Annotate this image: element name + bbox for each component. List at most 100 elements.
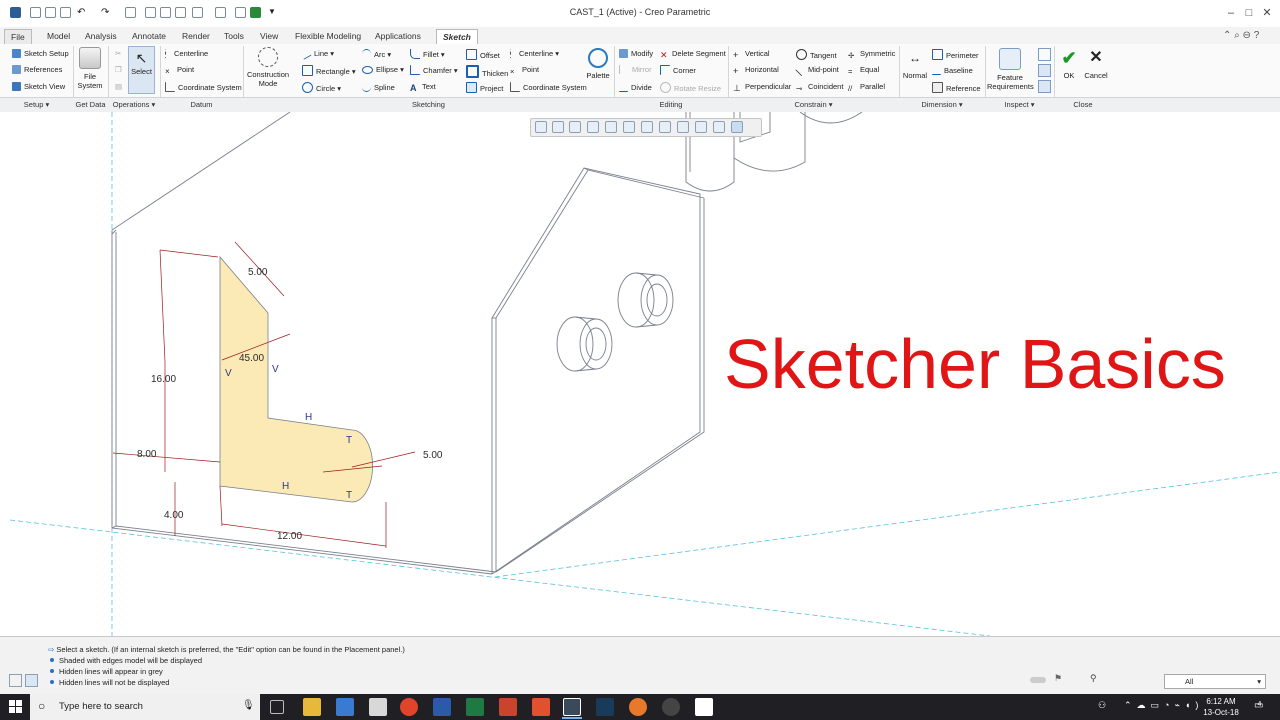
saved-orientations-icon[interactable]	[623, 121, 635, 133]
clock-date[interactable]: 13-Oct-18	[1196, 708, 1246, 717]
tab-file[interactable]: File	[4, 29, 32, 45]
horizontal-constraint-button[interactable]: + Horizontal	[733, 65, 779, 76]
tangent-constraint-button[interactable]: Tangent	[796, 49, 837, 61]
constraint-horizontal[interactable]: H	[282, 481, 289, 492]
dimension-height[interactable]: 16.00	[151, 374, 176, 385]
system-tray-icons[interactable]: ⌃☁▭◔⌁◖)	[1124, 700, 1203, 711]
powerpoint-icon[interactable]	[499, 698, 517, 716]
tab-tools[interactable]: Tools	[218, 29, 250, 43]
app-icon[interactable]	[596, 698, 614, 716]
excel-icon[interactable]	[466, 698, 484, 716]
refit-icon[interactable]	[535, 121, 547, 133]
snagit-icon[interactable]	[532, 698, 550, 716]
clapper-icon[interactable]	[695, 698, 713, 716]
datum-centerline-button[interactable]: Centerline	[165, 49, 208, 59]
people-icon[interactable]: ⚇	[1098, 700, 1106, 711]
datum-coordinate-system-button[interactable]: Coordinate System	[165, 82, 242, 93]
rectangle-button[interactable]: Rectangle ▾	[302, 65, 356, 77]
midpoint-constraint-button[interactable]: Mid-point	[795, 65, 839, 77]
ellipse-button[interactable]: Ellipse ▾	[362, 65, 404, 75]
inspect-tool-1-icon[interactable]	[1038, 48, 1051, 61]
sketcher-display-filters-icon[interactable]	[731, 121, 743, 133]
close-button[interactable]: ✕	[1258, 4, 1276, 22]
inspect-tool-3-icon[interactable]	[1038, 80, 1051, 93]
group-dimension[interactable]: Dimension ▾	[899, 99, 985, 110]
constraint-tangent[interactable]: T	[346, 435, 352, 446]
group-operations[interactable]: Operations ▾	[108, 99, 160, 110]
inspect-tool-2-icon[interactable]	[1038, 64, 1051, 77]
constraint-vertical[interactable]: V	[272, 364, 279, 375]
store-icon[interactable]	[336, 698, 354, 716]
group-setup[interactable]: Setup ▾	[0, 99, 73, 110]
creo-icon[interactable]	[563, 698, 581, 716]
sketch-setup-button[interactable]: Sketch Setup	[12, 49, 69, 59]
construction-mode-button[interactable]: Construction Mode	[246, 47, 290, 88]
tab-analysis[interactable]: Analysis	[79, 29, 123, 43]
tab-sketch[interactable]: Sketch	[436, 29, 478, 44]
file-system-button[interactable]: File System	[74, 47, 106, 90]
dimension-radius[interactable]: 5.00	[423, 450, 443, 461]
maximize-button[interactable]: □	[1240, 4, 1258, 22]
tab-flexible-modeling[interactable]: Flexible Modeling	[289, 29, 367, 43]
dimension-angle[interactable]: 45.00	[239, 353, 264, 364]
tab-view[interactable]: View	[254, 29, 284, 43]
clock-time[interactable]: 6:12 AM	[1196, 697, 1246, 706]
selection-filter-dropdown[interactable]: All ▾	[1164, 674, 1266, 689]
dimension-width[interactable]: 12.00	[277, 531, 302, 542]
select-button[interactable]: ↖ Select	[128, 46, 155, 94]
divide-button[interactable]: Divide	[619, 82, 652, 93]
project-button[interactable]: Project	[466, 82, 503, 94]
perpendicular-constraint-button[interactable]: ⊥ Perpendicular	[733, 82, 791, 93]
navigator-toggle-icon[interactable]	[9, 674, 22, 687]
minimize-button[interactable]: –	[1222, 4, 1240, 22]
line-button[interactable]: Line ▾	[301, 49, 334, 60]
task-view-icon[interactable]	[270, 700, 284, 714]
normal-dimension-button[interactable]: ↔ Normal	[902, 48, 928, 80]
repaint-icon[interactable]	[587, 121, 599, 133]
datum-display-icon[interactable]	[677, 121, 689, 133]
tab-annotate[interactable]: Annotate	[126, 29, 172, 43]
display-style-icon[interactable]	[605, 121, 617, 133]
help-icons[interactable]: ⌃ ⌕ ⊖ ?	[1223, 30, 1259, 41]
perspective-view-icon[interactable]	[659, 121, 671, 133]
delete-segment-button[interactable]: ✕ Delete Segment	[660, 49, 726, 60]
modify-button[interactable]: Modify	[619, 49, 653, 59]
mail-icon[interactable]	[369, 698, 387, 716]
palette-button[interactable]: Palette	[584, 48, 612, 80]
sketch-view-icon[interactable]	[713, 121, 725, 133]
browser-toggle-icon[interactable]	[25, 674, 38, 687]
datum-point-button[interactable]: × Point	[165, 65, 194, 76]
mirror-button[interactable]: Mirror	[619, 65, 652, 75]
cancel-button[interactable]: ✕ Cancel	[1083, 48, 1109, 80]
corner-button[interactable]: Corner	[660, 65, 696, 76]
group-constrain[interactable]: Constrain ▾	[728, 99, 899, 110]
obs-icon[interactable]	[662, 698, 680, 716]
sketch-profile[interactable]	[219, 255, 373, 503]
feature-requirements-button[interactable]: Feature Requirements	[987, 48, 1034, 91]
firefox-icon[interactable]	[629, 698, 647, 716]
dimension-chamfer-length[interactable]: 5.00	[248, 267, 268, 278]
symmetric-constraint-button[interactable]: ✢ Symmetric	[848, 49, 895, 60]
offset-button[interactable]: Offset	[466, 49, 500, 61]
zoom-out-icon[interactable]	[569, 121, 581, 133]
reference-button[interactable]: Reference	[932, 82, 981, 94]
perimeter-button[interactable]: Perimeter	[932, 49, 979, 61]
baseline-button[interactable]: Baseline	[932, 65, 973, 76]
sketch-point-button[interactable]: × Point	[510, 65, 539, 76]
zoom-in-icon[interactable]	[552, 121, 564, 133]
equal-constraint-button[interactable]: = Equal	[848, 65, 879, 76]
fillet-button[interactable]: Fillet ▾	[410, 49, 445, 60]
tab-render[interactable]: Render	[176, 29, 216, 43]
ok-button[interactable]: ✔ OK	[1058, 48, 1080, 80]
view-manager-icon[interactable]	[641, 121, 653, 133]
arc-button[interactable]: Arc ▾	[362, 49, 391, 60]
rotate-resize-button[interactable]: Rotate Resize	[660, 82, 721, 94]
constraint-vertical[interactable]: V	[225, 368, 232, 379]
chrome-icon[interactable]	[400, 698, 418, 716]
text-button[interactable]: A Text	[410, 82, 436, 93]
references-button[interactable]: References	[12, 65, 62, 75]
chamfer-button[interactable]: Chamfer ▾	[410, 65, 458, 76]
dimension-offset-y[interactable]: 4.00	[164, 510, 184, 521]
dimension-offset-x[interactable]: 8.00	[137, 449, 157, 460]
windows-start-icon[interactable]	[9, 700, 22, 713]
